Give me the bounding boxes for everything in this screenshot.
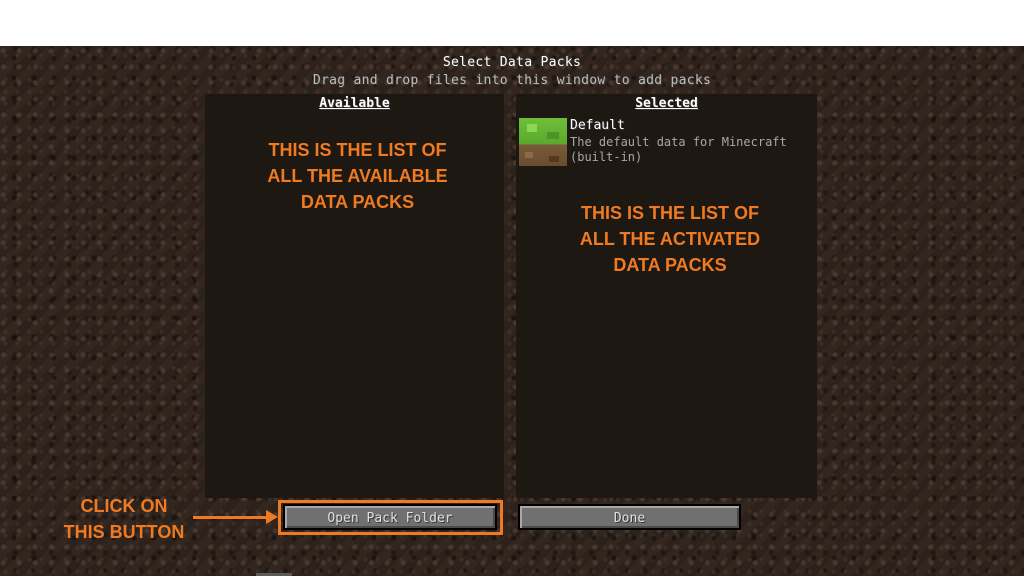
annotation-line: DATA PACKS [613,255,727,275]
selected-heading: Selected [635,96,698,111]
arrow-right-icon [266,510,278,524]
pack-entry-default[interactable]: Default The default data for Minecraft (… [519,118,814,166]
annotation-line: ALL THE ACTIVATED [579,229,761,249]
arrow-line [193,516,269,519]
annotation-line: ALL THE AVAILABLE [267,166,448,186]
annotation-click: CLICK ON THIS BUTTON [48,493,200,545]
annotation-line: THIS IS THE LIST OF [580,203,759,223]
selected-packs-list[interactable]: Selected Default The default data for Mi… [516,94,817,498]
annotation-available: THIS IS THE LIST OF ALL THE AVAILABLE DA… [205,137,510,215]
available-heading: Available [319,96,390,111]
annotation-line: CLICK ON [80,496,168,516]
pack-description-line-2: (built-in) [570,150,643,164]
pack-name: Default [570,118,625,133]
annotation-selected: THIS IS THE LIST OF ALL THE ACTIVATED DA… [516,200,824,278]
open-pack-folder-button[interactable]: Open Pack Folder [283,504,497,530]
annotation-line: THIS BUTTON [63,522,185,542]
screen-title: Select Data Packs [442,55,582,70]
pack-description-line-1: The default data for Minecraft [570,135,787,149]
screen-subtitle: Drag and drop files into this window to … [312,73,712,88]
annotation-line: THIS IS THE LIST OF [268,140,447,160]
annotation-line: DATA PACKS [300,192,415,212]
done-button[interactable]: Done [518,504,741,530]
grass-block-icon [519,118,567,166]
pack-description: The default data for Minecraft (built-in… [570,135,814,165]
